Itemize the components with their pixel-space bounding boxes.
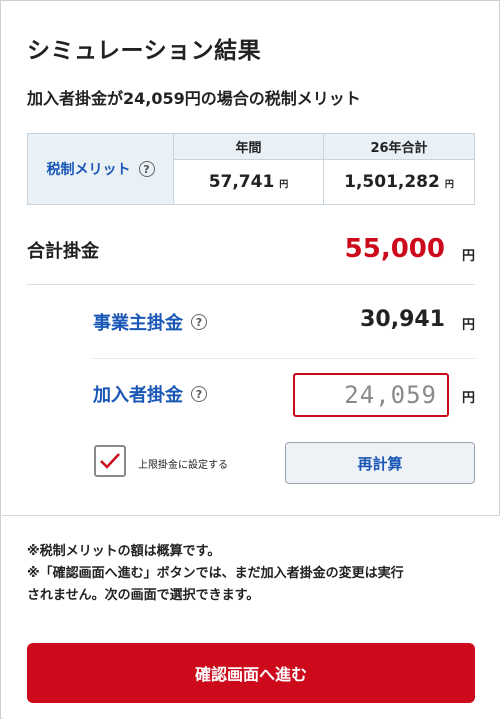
employer-contribution-label: 事業主掛金 [93,313,183,334]
note-line: されません。次の画面で選択できます。 [27,588,260,603]
total-26y-unit: 円 [444,180,454,190]
divider [93,358,475,359]
member-contribution-label: 加入者掛金 [93,385,183,406]
employer-contribution-unit: 円 [461,318,475,333]
total-26y-header: 26年合計 [324,134,474,160]
member-contribution-unit: 円 [461,391,475,406]
page-subtitle: 加入者掛金が24,059円の場合の税制メリット [27,89,361,108]
checkmark-icon [100,453,120,469]
total-contribution-row: 合計掛金 55,000 円 [27,234,475,267]
page-title: シミュレーション結果 [27,38,262,64]
note-line: ※税制メリットの額は概算です。 [27,544,221,559]
member-contribution-label-wrap: 加入者掛金 ? [93,381,207,407]
recalculate-button[interactable]: 再計算 [285,442,475,484]
cap-contribution-label: 上限掛金に設定する [138,460,228,471]
employer-contribution-row: 事業主掛金 ? 30,941 円 [93,307,475,337]
total-contribution-unit: 円 [461,249,475,264]
note-line: ※「確認画面へ進む」ボタンでは、まだ加入者掛金の変更は実行 [27,566,404,581]
question-circle-icon[interactable]: ? [138,161,155,177]
proceed-to-confirm-button[interactable]: 確認画面へ進む [27,643,475,703]
annual-value-cell: 57,741 円 [174,160,324,204]
total-contribution-label: 合計掛金 [27,241,99,262]
annual-header: 年間 [174,134,324,160]
total-26y-value-cell: 1,501,282 円 [324,160,474,204]
simulation-result-card: シミュレーション結果 加入者掛金が24,059円の場合の税制メリット 税制メリッ… [0,0,500,719]
annual-unit: 円 [279,180,289,190]
employer-contribution-label-wrap: 事業主掛金 ? [93,309,207,335]
tax-merit-table: 税制メリット ? 年間 26年合計 57,741 円 1,501,282 円 [27,133,475,205]
member-contribution-row: 加入者掛金 ? 円 [93,369,475,419]
tax-merit-label: 税制メリット [46,162,131,178]
cap-contribution-checkbox[interactable] [94,445,126,477]
question-circle-icon[interactable]: ? [191,386,207,402]
employer-contribution-value: 30,941 [360,307,445,332]
annual-value: 57,741 [208,172,275,192]
total-contribution-value: 55,000 [344,234,445,264]
question-circle-icon[interactable]: ? [191,314,207,330]
divider [27,284,475,285]
member-contribution-input[interactable] [293,373,449,417]
total-26y-value: 1,501,282 [344,172,440,192]
tax-merit-label-cell: 税制メリット ? [28,134,174,204]
